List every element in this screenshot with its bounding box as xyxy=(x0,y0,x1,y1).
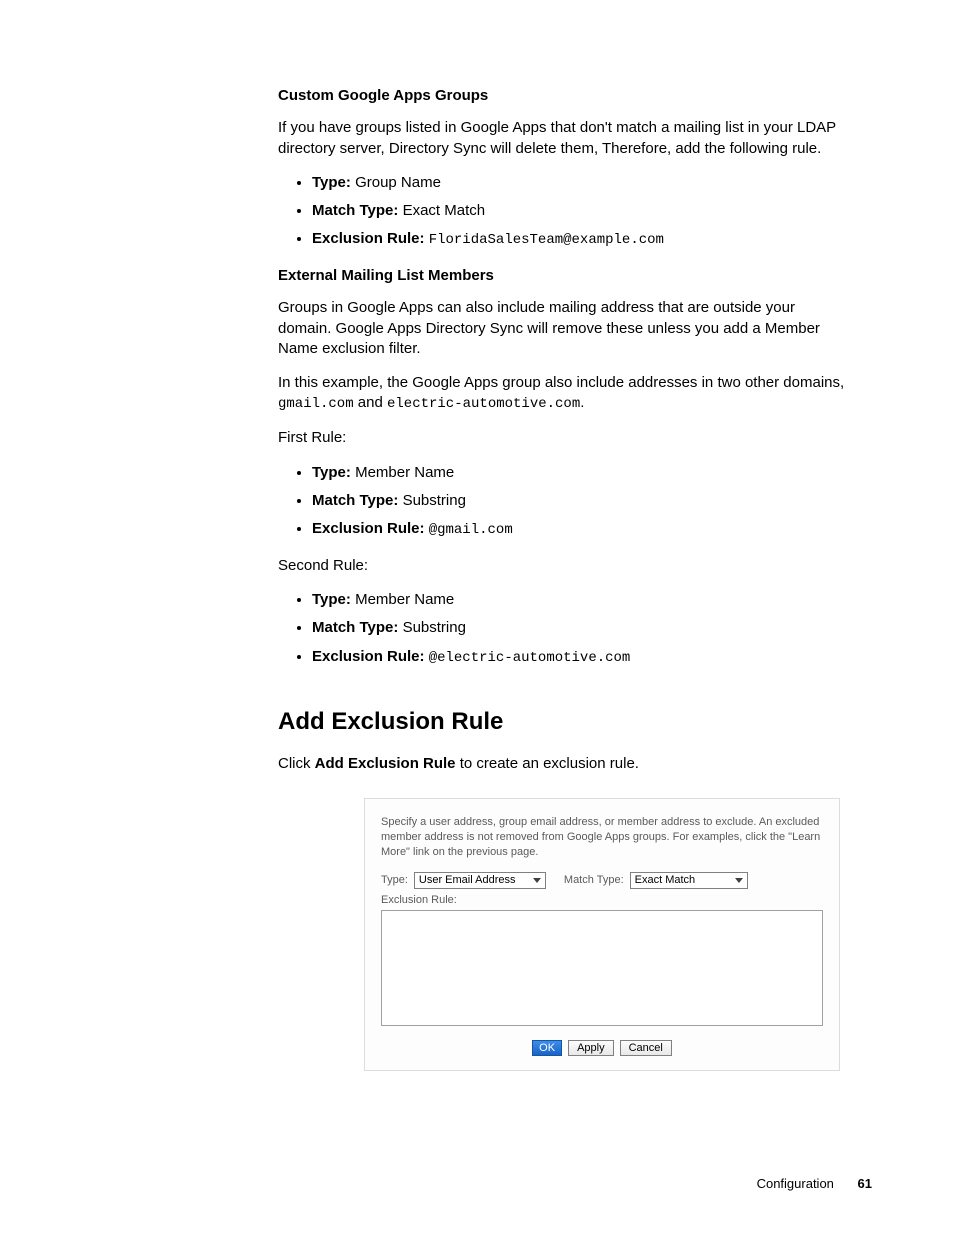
list-code: FloridaSalesTeam@example.com xyxy=(429,232,664,248)
paragraph: Click Add Exclusion Rule to create an ex… xyxy=(278,754,848,774)
list-label: Match Type: xyxy=(312,492,398,509)
text: to create an exclusion rule. xyxy=(456,755,639,772)
list-label: Exclusion Rule: xyxy=(312,520,425,537)
list-item: Match Type: Exact Match xyxy=(312,201,848,221)
cancel-button[interactable]: Cancel xyxy=(620,1040,672,1056)
list-label: Match Type: xyxy=(312,619,398,636)
list-item: Exclusion Rule: @gmail.com xyxy=(312,519,848,540)
type-select-value: User Email Address xyxy=(419,873,516,888)
list-item: Type: Member Name xyxy=(312,463,848,483)
inline-code: gmail.com xyxy=(278,396,354,412)
chevron-down-icon xyxy=(735,878,743,883)
list-value: Member Name xyxy=(351,591,454,608)
list-item: Exclusion Rule: @electric-automotive.com xyxy=(312,647,848,668)
footer-label: Configuration xyxy=(757,1176,834,1191)
paragraph: If you have groups listed in Google Apps… xyxy=(278,118,848,159)
type-select[interactable]: User Email Address xyxy=(414,872,546,889)
list-value: Exact Match xyxy=(398,202,485,219)
list-label: Exclusion Rule: xyxy=(312,230,425,247)
list-item: Match Type: Substring xyxy=(312,618,848,638)
text: and xyxy=(354,394,387,411)
list-item: Match Type: Substring xyxy=(312,491,848,511)
exclusion-rule-textarea[interactable] xyxy=(381,910,823,1026)
list-code: @gmail.com xyxy=(429,522,513,538)
page-number: 61 xyxy=(858,1176,872,1191)
section-title-add-exclusion: Add Exclusion Rule xyxy=(278,706,848,738)
list-label: Type: xyxy=(312,464,351,481)
sub-heading-custom-groups: Custom Google Apps Groups xyxy=(278,86,848,106)
list-value: Group Name xyxy=(351,174,441,191)
list-item: Type: Group Name xyxy=(312,173,848,193)
chevron-down-icon xyxy=(533,878,541,883)
list-value: Member Name xyxy=(351,464,454,481)
type-label: Type: xyxy=(381,873,408,888)
match-type-label: Match Type: xyxy=(564,873,624,888)
list-value: Substring xyxy=(398,492,466,509)
list-label: Exclusion Rule: xyxy=(312,648,425,665)
inline-code: electric-automotive.com xyxy=(387,396,580,412)
text: In this example, the Google Apps group a… xyxy=(278,374,844,391)
apply-button[interactable]: Apply xyxy=(568,1040,614,1056)
list-label: Type: xyxy=(312,174,351,191)
paragraph: In this example, the Google Apps group a… xyxy=(278,373,848,414)
exclusion-rule-label: Exclusion Rule: xyxy=(381,893,823,908)
list-item: Exclusion Rule: FloridaSalesTeam@example… xyxy=(312,229,848,250)
bold-text: Add Exclusion Rule xyxy=(315,755,456,772)
first-rule-label: First Rule: xyxy=(278,428,848,448)
sub-heading-external-members: External Mailing List Members xyxy=(278,266,848,286)
second-rule-label: Second Rule: xyxy=(278,556,848,576)
add-exclusion-rule-dialog: Specify a user address, group email addr… xyxy=(364,798,840,1070)
list-item: Type: Member Name xyxy=(312,590,848,610)
list-value: Substring xyxy=(398,619,466,636)
dialog-description: Specify a user address, group email addr… xyxy=(381,815,823,860)
paragraph: Groups in Google Apps can also include m… xyxy=(278,298,848,359)
list-label: Match Type: xyxy=(312,202,398,219)
rule-list: Type: Member Name Match Type: Substring … xyxy=(278,590,848,667)
rule-list: Type: Member Name Match Type: Substring … xyxy=(278,463,848,540)
rule-list: Type: Group Name Match Type: Exact Match… xyxy=(278,173,848,250)
match-type-select[interactable]: Exact Match xyxy=(630,872,748,889)
page-footer: Configuration 61 xyxy=(757,1175,872,1193)
list-code: @electric-automotive.com xyxy=(429,650,631,666)
ok-button[interactable]: OK xyxy=(532,1040,562,1056)
list-label: Type: xyxy=(312,591,351,608)
match-type-select-value: Exact Match xyxy=(635,873,696,888)
text: Click xyxy=(278,755,315,772)
text: . xyxy=(580,394,584,411)
